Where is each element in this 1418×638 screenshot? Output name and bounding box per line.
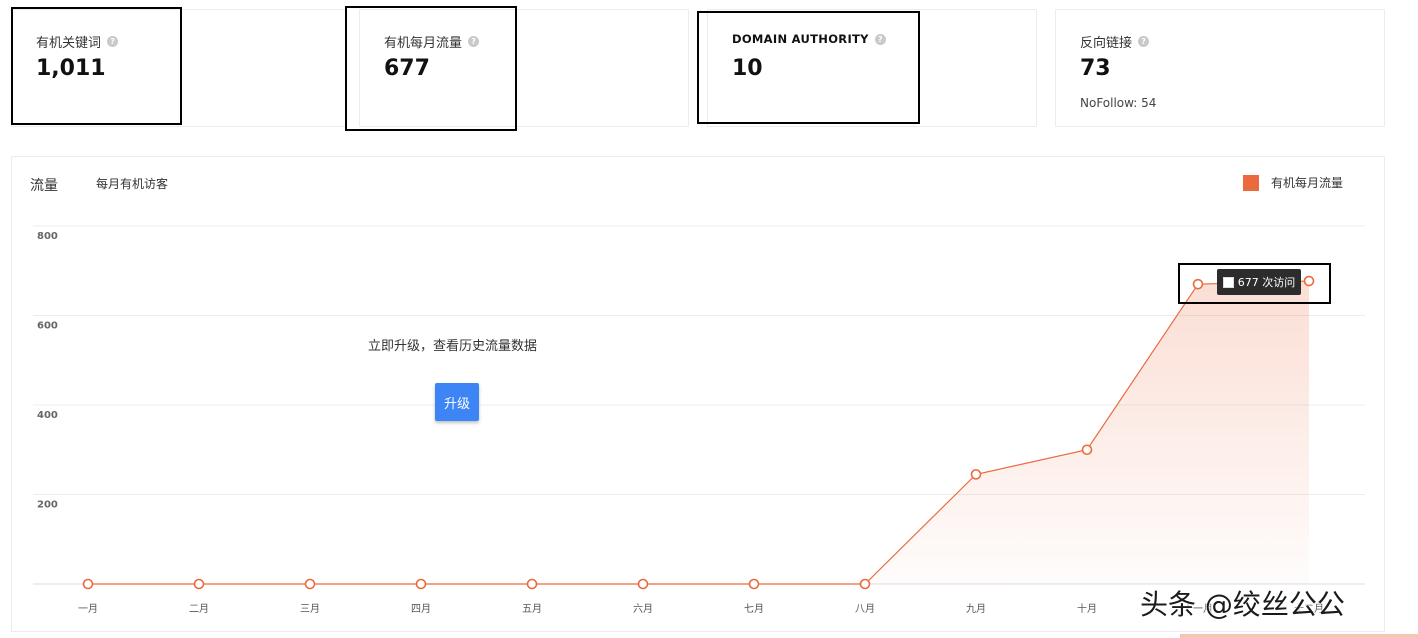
x-tick-label: 四月 <box>411 603 431 615</box>
data-point <box>1081 444 1093 456</box>
series-area <box>88 281 1309 584</box>
y-tick-label: 200 <box>37 500 58 511</box>
upgrade-button[interactable]: 升级 <box>435 383 479 421</box>
x-tick-label: 二月 <box>189 603 209 615</box>
data-point <box>193 578 205 590</box>
y-tick-label: 800 <box>37 231 58 242</box>
x-tick-label: 六月 <box>633 603 653 615</box>
data-point <box>82 578 94 590</box>
y-tick-label: 400 <box>37 410 58 421</box>
upgrade-prompt: 立即升级，查看历史流量数据 <box>368 339 538 354</box>
x-tick-label: 一月 <box>78 603 98 615</box>
x-tick-label: 五月 <box>522 603 542 615</box>
traffic-line-chart: 200400600800一月 二月 三月 四月 五月 六月 七月 八月 九月 十月 十一月 十二月 <box>33 225 1365 615</box>
data-point <box>970 469 982 480</box>
y-tick-label: 600 <box>37 321 58 332</box>
tooltip-text: 677 次访问 <box>1237 276 1296 289</box>
x-tick-label: 三月 <box>300 603 320 615</box>
data-point <box>415 578 427 590</box>
chart-tooltip: 677 次访问 <box>1217 269 1301 295</box>
data-point <box>526 578 538 590</box>
x-tick-label: 八月 <box>855 603 875 615</box>
tooltip-swatch <box>1222 276 1234 288</box>
x-tick-label: 七月 <box>744 603 764 615</box>
x-tick-label: 十月 <box>1077 602 1097 615</box>
watermark: 头条 @绞丝公公 <box>1140 588 1345 621</box>
data-point <box>748 578 760 590</box>
data-point <box>859 578 871 590</box>
x-tick-label: 九月 <box>966 603 986 615</box>
data-point <box>1192 278 1204 290</box>
watermark-bar <box>1180 634 1418 638</box>
data-point <box>1303 275 1315 287</box>
data-point <box>304 578 316 590</box>
data-point <box>637 578 649 590</box>
